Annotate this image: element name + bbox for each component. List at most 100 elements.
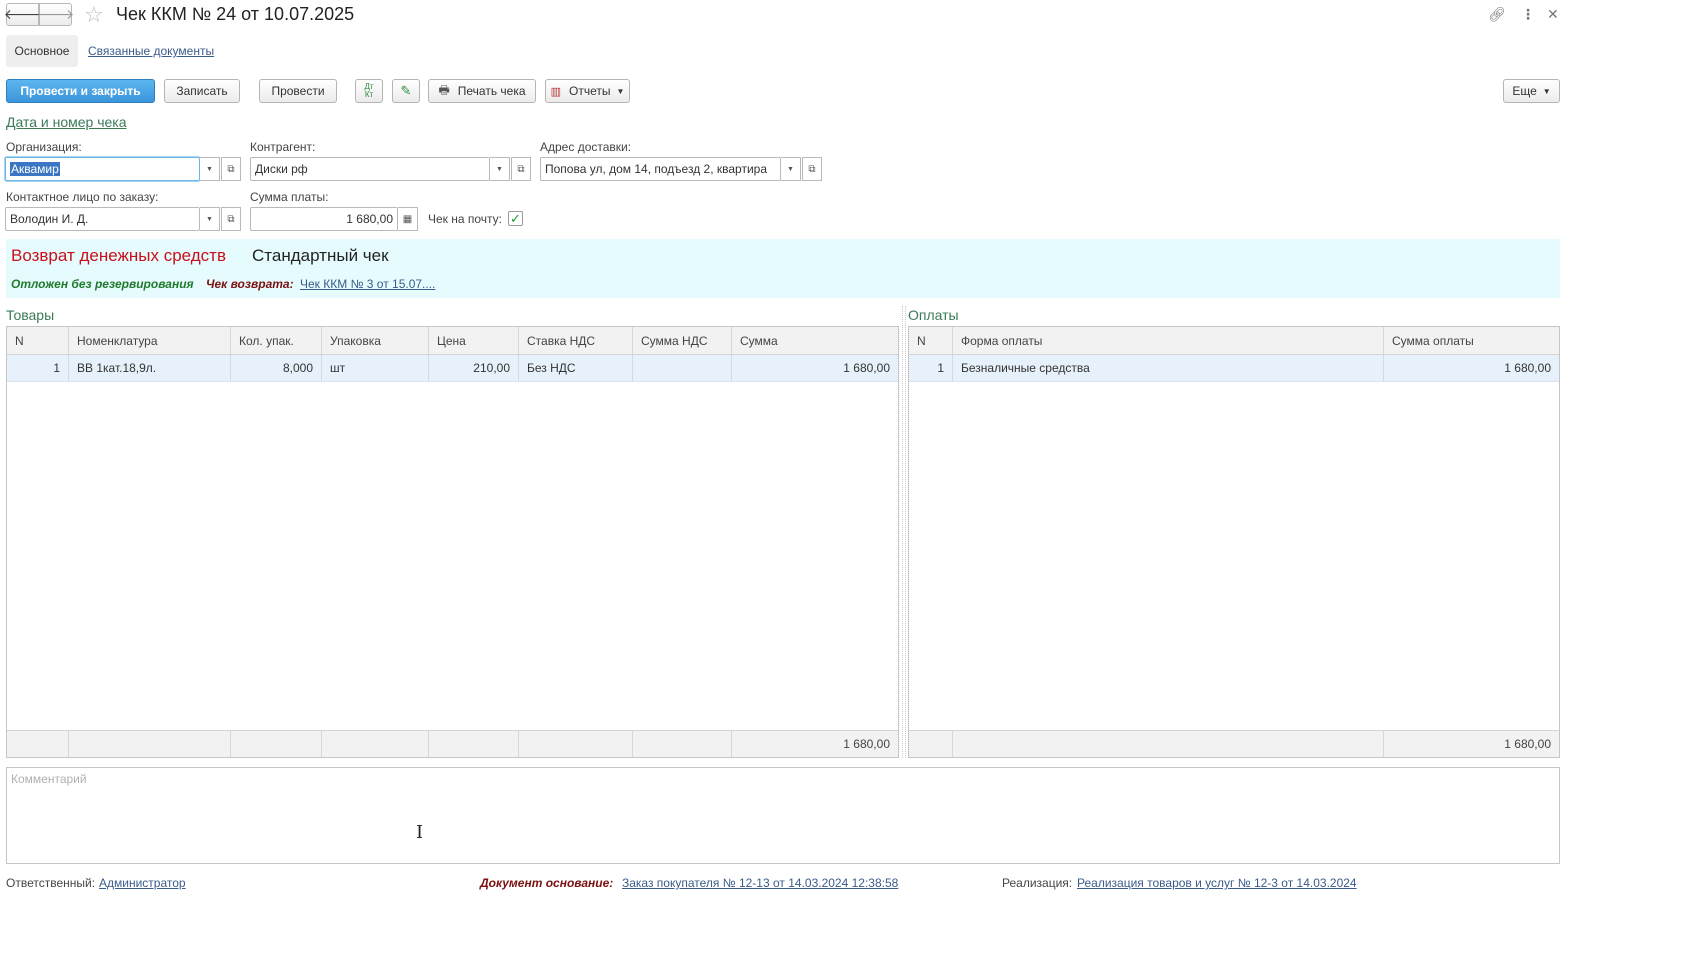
calculator-button[interactable]: ▦ [398, 207, 418, 231]
email-check-checkbox[interactable]: ✓ [508, 211, 523, 226]
contact-person-open-button[interactable]: ⧉ [221, 207, 241, 231]
goods-footer-row: 1 680,00 [7, 730, 898, 757]
organization-open-button[interactable]: ⧉ [221, 157, 241, 181]
table-cell: 1 [909, 355, 953, 381]
column-header[interactable]: Сумма НДС [633, 327, 732, 354]
delivery-address-open-button[interactable]: ⧉ [802, 157, 822, 181]
table-cell: 1 680,00 [1504, 361, 1551, 375]
contact-person-field[interactable]: Володин И. Д. [5, 207, 200, 231]
report-icon: ▥ [550, 85, 561, 98]
delivery-address-label: Адрес доставки: [540, 140, 632, 154]
realization-label: Реализация: [1002, 876, 1073, 890]
goods-title: Товары [6, 307, 55, 323]
footer-cell [519, 731, 633, 757]
table-cell [633, 355, 732, 381]
payments-total: 1 680,00 [1504, 737, 1551, 751]
more-vertical-icon[interactable]: ⋮ [1521, 6, 1535, 23]
column-header[interactable]: N [909, 327, 953, 354]
checkmark-icon: ✓ [510, 210, 521, 226]
column-header[interactable]: Сумма оплаты [1384, 327, 1559, 354]
print-receipt-button[interactable]: 🖶 Печать чека [428, 79, 536, 103]
counterparty-open-button[interactable]: ⧉ [511, 157, 531, 181]
return-check-label: Чек возврата: [206, 277, 294, 291]
open-icon: ⧉ [227, 213, 235, 225]
more-label: Еще [1512, 84, 1537, 98]
operation-type: Возврат денежных средств [11, 246, 226, 265]
payments-header-row: N Форма оплаты Сумма оплаты [909, 327, 1559, 355]
table-cell: 1 680,00 [843, 361, 890, 375]
comment-field[interactable]: Комментарий [6, 767, 1560, 864]
open-icon: ⧉ [808, 163, 816, 175]
chevron-down-icon: ▼ [496, 165, 503, 173]
payments-title: Оплаты [908, 307, 959, 323]
organization-dropdown[interactable]: ▼ [200, 157, 220, 181]
basis-document-link[interactable]: Заказ покупателя № 12-13 от 14.03.2024 1… [622, 876, 898, 890]
reports-button[interactable]: ▥ Отчеты ▼ [545, 79, 630, 103]
table-cell: 8,000 [231, 355, 322, 381]
realization-link[interactable]: Реализация товаров и услуг № 12-3 от 14.… [1077, 876, 1357, 890]
email-check-label: Чек на почту: [428, 212, 503, 226]
responsible-label: Ответственный: [6, 876, 96, 890]
counterparty-dropdown[interactable]: ▼ [490, 157, 510, 181]
chevron-down-icon: ▼ [1542, 86, 1551, 96]
contact-person-dropdown[interactable]: ▼ [200, 207, 220, 231]
comment-placeholder: Комментарий [11, 772, 87, 786]
printer-icon: 🖶 [438, 82, 450, 97]
link-icon[interactable]: 🔗︎ [1488, 6, 1506, 23]
delivery-address-field[interactable]: Попова ул, дом 14, подъезд 2, квартира [540, 157, 781, 181]
forward-button[interactable]: 🡒 [37, 3, 74, 26]
footer-cell [322, 731, 429, 757]
footer-cell [429, 731, 519, 757]
more-button[interactable]: Еще ▼ [1503, 79, 1560, 103]
column-header[interactable]: N [7, 327, 69, 354]
column-header[interactable]: Цена [429, 327, 519, 354]
goods-total: 1 680,00 [843, 737, 890, 751]
dt-kt-button[interactable]: Дт Кт [355, 79, 383, 103]
table-row[interactable]: 1 ВВ 1кат.18,9л. 8,000 шт 210,00 Без НДС… [7, 355, 898, 382]
calculator-icon: ▦ [402, 213, 413, 225]
counterparty-value: Диски рф [255, 162, 308, 176]
edit-sign-button[interactable]: ✎ [392, 79, 420, 103]
print-receipt-label: Печать чека [457, 84, 526, 98]
payment-sum-label: Сумма платы: [250, 190, 329, 204]
payments-footer-row: 1 680,00 [909, 730, 1559, 757]
footer-cell [953, 731, 1384, 757]
chevron-down-icon: ▼ [787, 165, 794, 173]
column-header[interactable]: Номенклатура [69, 327, 231, 354]
post-button[interactable]: Провести [259, 79, 337, 103]
save-button[interactable]: Записать [164, 79, 240, 103]
table-cell: шт [322, 355, 429, 381]
responsible-link[interactable]: Администратор [99, 876, 186, 890]
counterparty-field[interactable]: Диски рф [250, 157, 490, 181]
table-row[interactable]: 1 Безналичные средства 1 680,00 [909, 355, 1559, 382]
contact-person-label: Контактное лицо по заказу: [6, 190, 159, 204]
column-header[interactable]: Кол. упак. [231, 327, 322, 354]
payment-sum-field[interactable]: 1 680,00 [250, 207, 398, 231]
close-icon[interactable]: ✕ [1547, 6, 1559, 23]
column-header[interactable]: Упаковка [322, 327, 429, 354]
post-and-close-button[interactable]: Провести и закрыть [6, 79, 155, 103]
organization-value: Аквамир [10, 162, 60, 176]
payments-table[interactable]: N Форма оплаты Сумма оплаты 1 Безналичны… [908, 326, 1560, 758]
panel-splitter[interactable] [902, 306, 906, 758]
payment-sum-value: 1 680,00 [346, 212, 393, 226]
back-button[interactable]: 🡐 [4, 3, 41, 26]
tab-related-documents[interactable]: Связанные документы [88, 44, 214, 58]
goods-table[interactable]: N Номенклатура Кол. упак. Упаковка Цена … [6, 326, 899, 758]
star-icon[interactable]: ☆ [84, 2, 104, 28]
footer-cell [231, 731, 322, 757]
return-check-link[interactable]: Чек ККМ № 3 от 15.07.... [300, 277, 435, 291]
goods-header-row: N Номенклатура Кол. упак. Упаковка Цена … [7, 327, 898, 355]
chevron-down-icon: ▼ [616, 86, 625, 96]
date-number-link[interactable]: Дата и номер чека [6, 114, 127, 130]
column-header[interactable]: Форма оплаты [953, 327, 1384, 354]
open-icon: ⧉ [227, 163, 235, 175]
delivery-address-dropdown[interactable]: ▼ [781, 157, 801, 181]
table-cell: Безналичные средства [953, 355, 1384, 381]
tab-main[interactable]: Основное [6, 35, 78, 67]
check-type: Стандартный чек [252, 246, 389, 265]
column-header[interactable]: Ставка НДС [519, 327, 633, 354]
column-header[interactable]: Сумма [732, 327, 898, 354]
footer-cell [633, 731, 732, 757]
organization-field[interactable]: Аквамир [5, 157, 200, 181]
